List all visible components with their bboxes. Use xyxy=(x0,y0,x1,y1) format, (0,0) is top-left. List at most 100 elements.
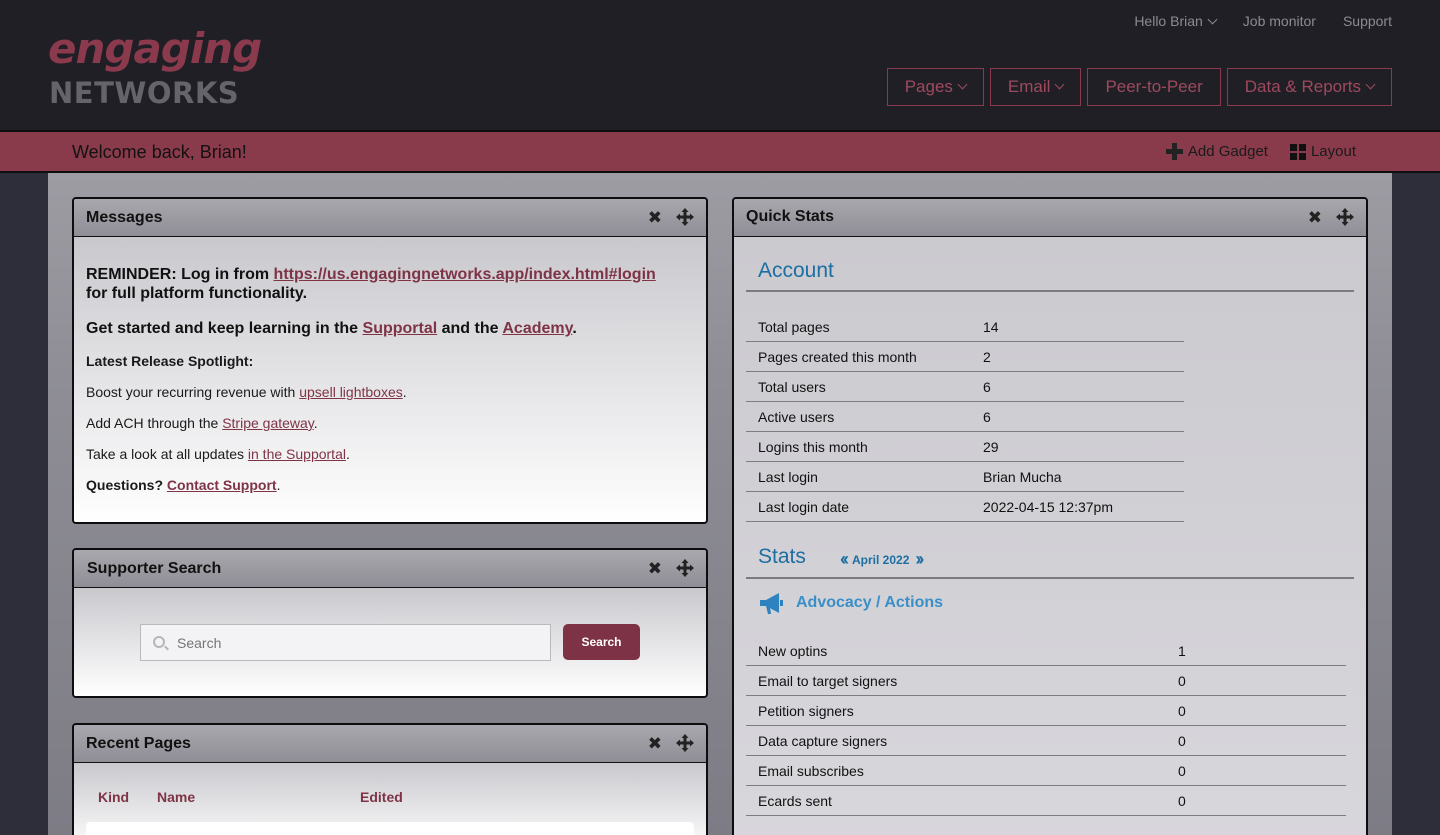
user-menu-label: Hello Brian xyxy=(1134,13,1203,29)
nav-email-label: Email xyxy=(1007,77,1051,96)
learning-text: Get started and keep learning in the Sup… xyxy=(86,319,696,338)
dashboard-actions: Add Gadget Layout xyxy=(1165,143,1356,160)
gadget-body: Account Total pages 14 Pages created this… xyxy=(734,237,1366,835)
item-text: Boost your recurring revenue with xyxy=(86,384,300,400)
learn-suffix: . xyxy=(572,320,577,337)
stat-value: 2022-04-15 12:37pm xyxy=(983,499,1113,515)
stat-value: 0 xyxy=(1178,673,1186,689)
contact-support-link[interactable]: Contact Support xyxy=(167,477,277,493)
account-section-header: Account xyxy=(746,237,1354,292)
messages-gadget: Messages ✖ REMINDER: Log in from https:/… xyxy=(72,197,708,524)
gadget-header: Quick Stats ✖ xyxy=(734,199,1366,237)
supporter-search-input[interactable] xyxy=(177,625,547,660)
close-icon[interactable]: ✖ xyxy=(648,560,662,577)
top-header: engaging NETWORKS Hello Brian Job monito… xyxy=(0,0,1440,130)
reminder-prefix: REMINDER: Log in from xyxy=(86,266,274,283)
move-icon[interactable] xyxy=(676,734,694,752)
move-icon[interactable] xyxy=(676,208,694,226)
table-row: Email subscribes 0 xyxy=(746,756,1346,786)
table-row: Logins this month 29 xyxy=(746,432,1184,462)
prev-month-button[interactable]: ‹‹ xyxy=(840,549,849,570)
item-dot: . xyxy=(402,384,407,400)
move-icon[interactable] xyxy=(676,559,694,577)
col-name[interactable]: Name xyxy=(157,789,195,805)
stripe-gateway-link[interactable]: Stripe gateway xyxy=(222,415,314,431)
account-table: Total pages 14 Pages created this month 2 … xyxy=(746,312,1184,522)
spotlight-item: Take a look at all updates in the Suppor… xyxy=(86,445,696,464)
stat-value: 0 xyxy=(1178,763,1186,779)
stat-value: 29 xyxy=(983,439,999,455)
current-month: April 2022 xyxy=(852,552,910,567)
gadget-title: Messages xyxy=(86,209,163,226)
stat-label: Petition signers xyxy=(758,703,854,719)
supportal-link[interactable]: Supportal xyxy=(363,320,438,337)
layout-grid-icon xyxy=(1289,143,1306,160)
nav-pages-label: Pages xyxy=(904,77,953,96)
stat-value: Brian Mucha xyxy=(983,469,1062,485)
item-text: Add ACH through the xyxy=(86,415,223,431)
stat-value: 14 xyxy=(983,319,999,335)
chevron-down-icon xyxy=(1207,14,1218,25)
chevron-down-icon xyxy=(957,79,968,89)
layout-label: Layout xyxy=(1310,143,1356,160)
chevron-down-icon xyxy=(1365,79,1376,89)
academy-link[interactable]: Academy xyxy=(502,320,572,337)
gadget-body: REMINDER: Log in from https://us.engagin… xyxy=(74,237,706,522)
table-row: Petition signers 0 xyxy=(746,696,1346,726)
quick-stats-gadget: Quick Stats ✖ Account Total pages 14 Page… xyxy=(732,197,1368,835)
nav-peer-to-peer[interactable]: Peer-to-Peer xyxy=(1087,68,1221,106)
welcome-bar: Welcome back, Brian! Add Gadget Layout xyxy=(0,130,1440,173)
stat-label: Last login date xyxy=(758,499,850,515)
table-row: Last login date 2022-04-15 12:37pm xyxy=(746,492,1184,522)
table-row: Email to target signers 0 xyxy=(746,666,1346,696)
reminder-text: REMINDER: Log in from https://us.engagin… xyxy=(86,265,696,303)
table-row: Pages created this month 2 xyxy=(746,342,1184,372)
engaging-networks-logo[interactable]: engaging NETWORKS xyxy=(48,24,262,110)
user-menu[interactable]: Hello Brian xyxy=(1134,13,1218,29)
updates-supportal-link[interactable]: in the Supportal xyxy=(248,446,346,462)
logo-word-engaging: engaging xyxy=(48,24,262,73)
add-gadget-button[interactable]: Add Gadget xyxy=(1165,143,1268,160)
stat-value: 2 xyxy=(983,349,991,365)
gadget-title: Recent Pages xyxy=(86,735,191,752)
close-icon[interactable]: ✖ xyxy=(648,735,662,752)
supporter-search-gadget: Supporter Search ✖ Search xyxy=(72,548,708,698)
stat-value: 1 xyxy=(1178,643,1186,659)
learn-prefix: Get started and keep learning in the xyxy=(86,320,363,337)
col-edited[interactable]: Edited xyxy=(360,789,403,805)
spotlight-item: Add ACH through the Stripe gateway. xyxy=(86,414,696,433)
item-dot: . xyxy=(345,446,350,462)
nav-data-label: Data & Reports xyxy=(1244,77,1361,96)
close-icon[interactable]: ✖ xyxy=(1308,209,1322,226)
stat-value: 6 xyxy=(983,409,991,425)
support-link[interactable]: Support xyxy=(1343,13,1392,29)
stats-title: Stats xyxy=(758,545,806,568)
recent-pages-gadget: Recent Pages ✖ Kind Name Edited xyxy=(72,723,708,835)
next-month-button[interactable]: ›› xyxy=(915,549,924,570)
chevron-down-icon xyxy=(1054,79,1065,89)
close-icon[interactable]: ✖ xyxy=(648,209,662,226)
stat-label: New optins xyxy=(758,643,828,659)
questions-prefix: Questions? xyxy=(86,477,167,493)
job-monitor-link[interactable]: Job monitor xyxy=(1243,13,1316,29)
stat-label: Pages created this month xyxy=(758,349,917,365)
add-gadget-label: Add Gadget xyxy=(1187,143,1268,160)
move-icon[interactable] xyxy=(1336,208,1354,226)
item-dot: . xyxy=(313,415,318,431)
nav-email[interactable]: Email xyxy=(989,68,1082,106)
upsell-lightboxes-link[interactable]: upsell lightboxes xyxy=(299,384,403,400)
login-url-link[interactable]: https://us.engagingnetworks.app/index.ht… xyxy=(274,266,656,283)
table-row: New optins 1 xyxy=(746,636,1346,666)
search-button[interactable]: Search xyxy=(563,624,640,660)
nav-pages[interactable]: Pages xyxy=(886,68,984,106)
search-icon xyxy=(153,636,165,648)
stat-value: 0 xyxy=(1178,793,1186,809)
stat-label: Logins this month xyxy=(758,439,868,455)
table-row[interactable] xyxy=(86,822,694,835)
col-kind[interactable]: Kind xyxy=(98,789,129,805)
nav-data-reports[interactable]: Data & Reports xyxy=(1226,68,1392,106)
stat-label: Email subscribes xyxy=(758,763,864,779)
advocacy-title: Advocacy / Actions xyxy=(796,594,944,611)
layout-button[interactable]: Layout xyxy=(1289,143,1356,160)
month-selector: ‹‹ April 2022 ›› xyxy=(840,549,924,570)
